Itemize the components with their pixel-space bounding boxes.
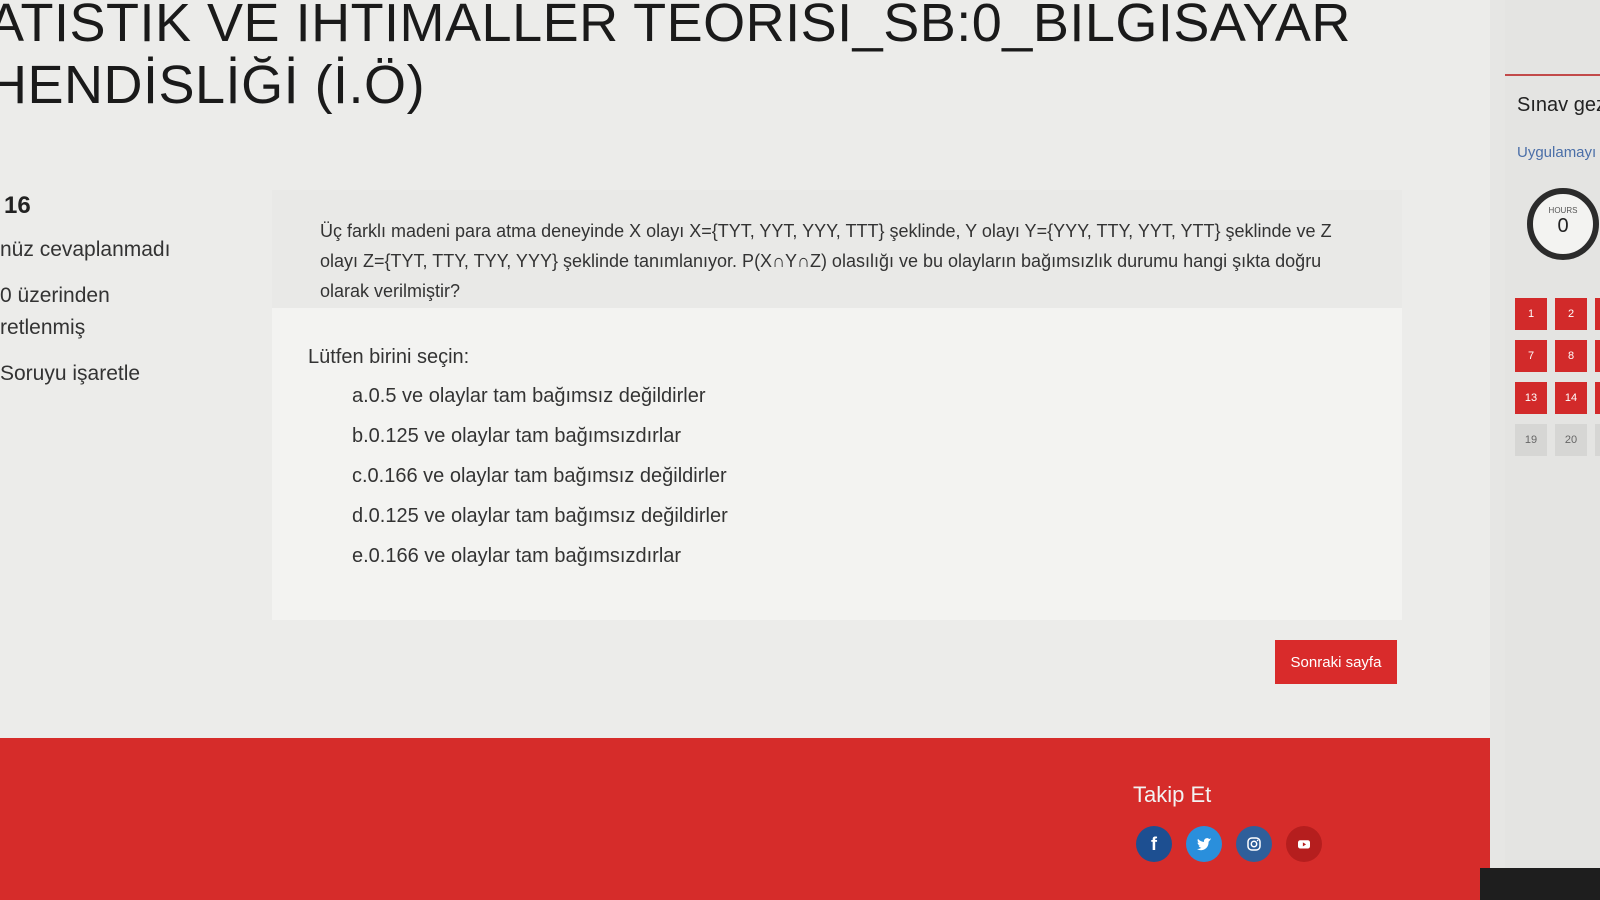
nav-link[interactable]: Uygulamayı	[1517, 144, 1596, 161]
page-title: ATİSTİK VE İHTİMALLER TEORİSİ_SB:0_BİLGİ…	[0, 0, 1351, 116]
page-title-line1: ATİSTİK VE İHTİMALLER TEORİSİ_SB:0_BİLGİ…	[0, 0, 1351, 53]
answer-option-d[interactable]: d.0.125 ve olaylar tam bağımsız değildir…	[352, 496, 728, 536]
answer-option-e[interactable]: e.0.166 ve olaylar tam bağımsızdırlar	[352, 536, 728, 576]
question-nav-cell[interactable]: 19	[1515, 424, 1547, 456]
youtube-play-shape	[1298, 840, 1310, 849]
question-points-line1: 0 üzerinden	[0, 284, 110, 307]
nav-title: Sınav gez	[1517, 94, 1600, 116]
question-state: nüz cevaplanmadı	[0, 238, 171, 261]
question-text-box: Üç farklı madeni para atma deneyinde X o…	[272, 190, 1402, 308]
facebook-icon[interactable]: f	[1136, 826, 1172, 862]
timer-label: HOURS	[1548, 206, 1578, 215]
quiz-page: ATİSTİK VE İHTİMALLER TEORİSİ_SB:0_BİLGİ…	[0, 0, 1490, 900]
quiz-navigation-panel: Sınav gez Uygulamayı HOURS 0 1 2 7 8 13 14 19 2…	[1505, 0, 1600, 900]
question-number: 16	[4, 192, 31, 219]
twitter-bird-shape	[1197, 838, 1212, 851]
next-page-button[interactable]: Sonraki sayfa	[1275, 640, 1397, 684]
instagram-camera-shape	[1247, 837, 1261, 851]
os-taskbar	[1480, 868, 1600, 900]
timer: HOURS 0	[1527, 188, 1599, 260]
answer-option-b[interactable]: b.0.125 ve olaylar tam bağımsızdırlar	[352, 416, 728, 456]
answer-list: a.0.5 ve olaylar tam bağımsız değildirle…	[352, 376, 728, 576]
question-card: Üç farklı madeni para atma deneyinde X o…	[272, 190, 1402, 620]
answer-prompt: Lütfen birini seçin:	[308, 346, 470, 368]
question-info: 16 nüz cevaplanmadı 0 üzerinden retlenmi…	[0, 192, 260, 390]
question-points-line2: retlenmiş	[0, 316, 86, 339]
question-nav-cell[interactable]: 7	[1515, 340, 1547, 372]
twitter-icon[interactable]	[1186, 826, 1222, 862]
answer-option-c[interactable]: c.0.166 ve olaylar tam bağımsız değildir…	[352, 456, 728, 496]
question-nav-cell[interactable]	[1595, 340, 1600, 372]
instagram-icon[interactable]	[1236, 826, 1272, 862]
follow-label: Takip Et	[1133, 782, 1212, 807]
question-nav-cell[interactable]: 13	[1515, 382, 1547, 414]
social-links: f	[1136, 826, 1322, 862]
question-grid: 1 2 7 8 13 14 19 20	[1515, 298, 1600, 456]
facebook-glyph: f	[1151, 833, 1157, 854]
question-nav-cell[interactable]	[1595, 298, 1600, 330]
nav-top-divider	[1505, 74, 1600, 76]
question-nav-cell[interactable]	[1595, 424, 1600, 456]
question-nav-cell[interactable]	[1595, 382, 1600, 414]
question-nav-cell[interactable]: 1	[1515, 298, 1547, 330]
answer-option-a[interactable]: a.0.5 ve olaylar tam bağımsız değildirle…	[352, 376, 728, 416]
page-title-line2: HENDİSLİĞİ (İ.Ö)	[0, 55, 426, 115]
question-nav-cell[interactable]: 2	[1555, 298, 1587, 330]
question-nav-cell[interactable]: 20	[1555, 424, 1587, 456]
youtube-icon[interactable]	[1286, 826, 1322, 862]
timer-value: 0	[1557, 215, 1569, 237]
flag-question-link[interactable]: Soruyu işaretle	[0, 358, 260, 390]
question-nav-cell[interactable]: 14	[1555, 382, 1587, 414]
question-text: Üç farklı madeni para atma deneyinde X o…	[320, 221, 1332, 301]
footer: Takip Et f	[0, 738, 1490, 900]
question-nav-cell[interactable]: 8	[1555, 340, 1587, 372]
